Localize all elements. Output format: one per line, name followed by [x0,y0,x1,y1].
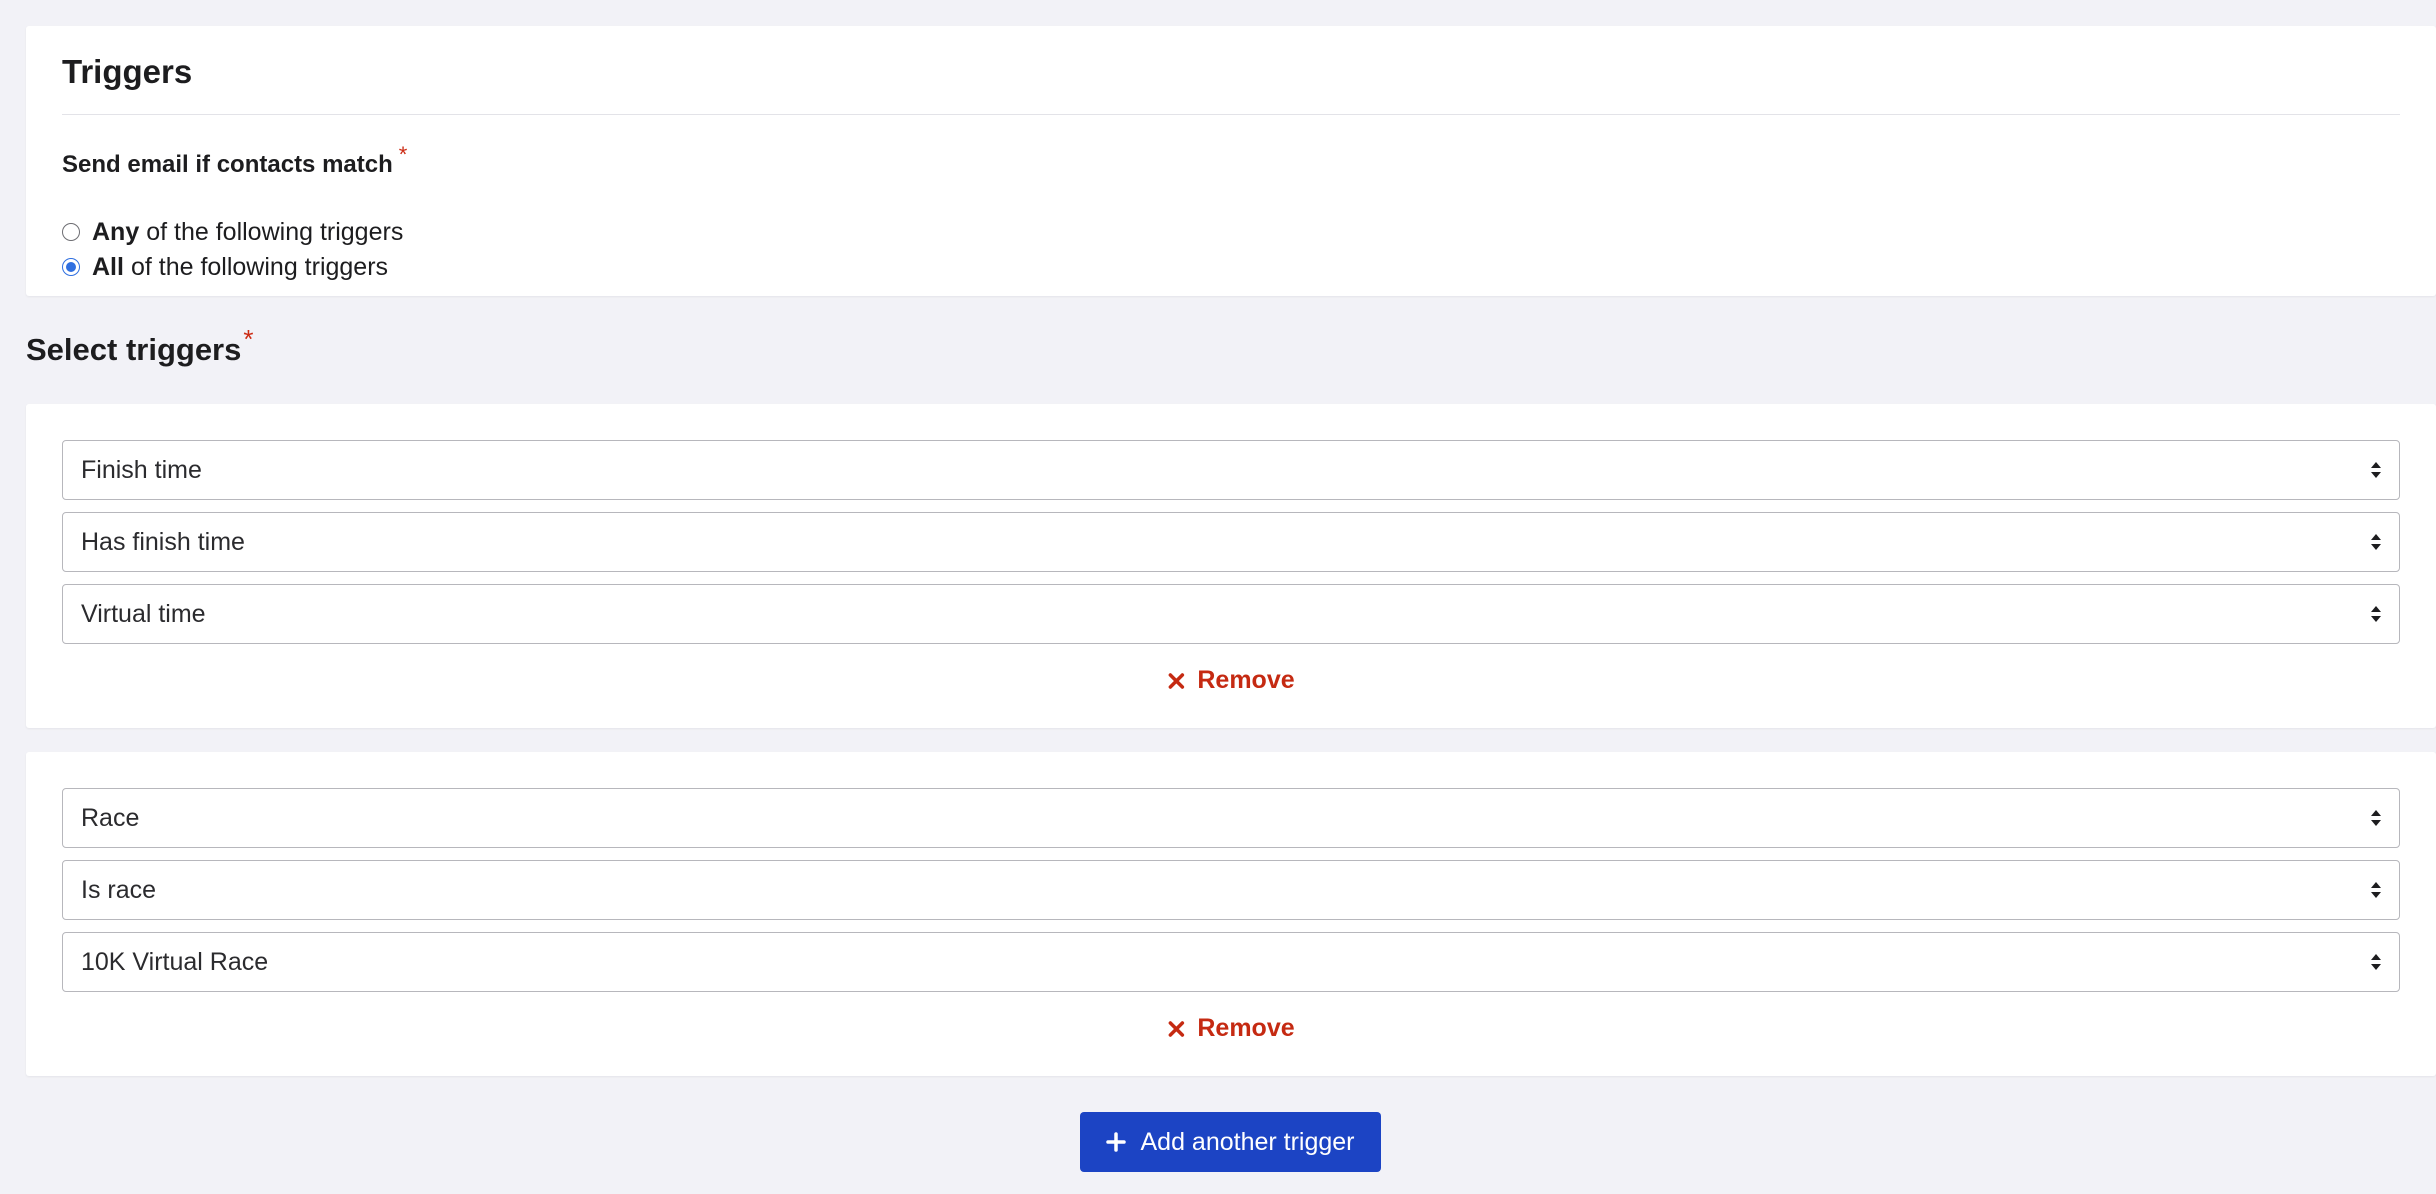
select-arrows-icon [2371,810,2381,826]
radio-all[interactable] [62,258,80,276]
select-value: Race [81,803,140,832]
remove-label: Remove [1197,1014,1295,1042]
radio-option-all[interactable]: All of the following triggers [62,250,388,284]
trigger-condition-select[interactable]: Is race [62,860,2400,920]
match-label-text: Send email if contacts match [62,151,393,178]
select-arrows-icon [2371,882,2381,898]
add-another-trigger-button[interactable]: Add another trigger [1080,1112,1381,1172]
plus-icon [1106,1132,1127,1152]
select-value: Has finish time [81,527,245,556]
radio-any[interactable] [62,223,80,241]
radio-all-strong: All [92,252,124,281]
select-arrows-icon [2371,462,2381,478]
remove-trigger-button[interactable]: Remove [1167,666,1295,695]
trigger-field-select[interactable]: Race [62,788,2400,848]
close-icon [1168,1020,1185,1037]
triggers-card: Triggers Send email if contacts match * A… [26,26,2436,296]
trigger-value-select[interactable]: Virtual time [62,584,2400,644]
remove-label: Remove [1197,666,1295,694]
select-value: Virtual time [81,599,206,628]
trigger-group-1: Finish time Has finish time Virtual time… [26,404,2436,728]
select-triggers-heading: Select triggers* [26,324,254,373]
trigger-value-select[interactable]: 10K Virtual Race [62,932,2400,992]
trigger-group-2: Race Is race 10K Virtual Race Remove [26,752,2436,1076]
required-asterisk: * [398,142,408,167]
trigger-condition-select[interactable]: Has finish time [62,512,2400,572]
required-asterisk: * [243,324,254,354]
trigger-field-select[interactable]: Finish time [62,440,2400,500]
select-arrows-icon [2371,606,2381,622]
radio-any-strong: Any [92,217,140,246]
divider [62,114,2400,115]
select-value: Finish time [81,455,202,484]
select-triggers-heading-text: Select triggers [26,332,242,367]
select-value: 10K Virtual Race [81,947,269,976]
triggers-title: Triggers [62,53,193,90]
radio-option-any[interactable]: Any of the following triggers [62,215,403,249]
select-value: Is race [81,875,157,904]
radio-all-text: of the following triggers [130,252,389,281]
match-label: Send email if contacts match * [62,142,407,182]
remove-trigger-button[interactable]: Remove [1167,1014,1295,1043]
add-another-trigger-label: Add another trigger [1140,1127,1355,1156]
select-arrows-icon [2371,534,2381,550]
radio-any-text: of the following triggers [146,217,404,246]
select-arrows-icon [2371,954,2381,970]
close-icon [1168,672,1185,689]
